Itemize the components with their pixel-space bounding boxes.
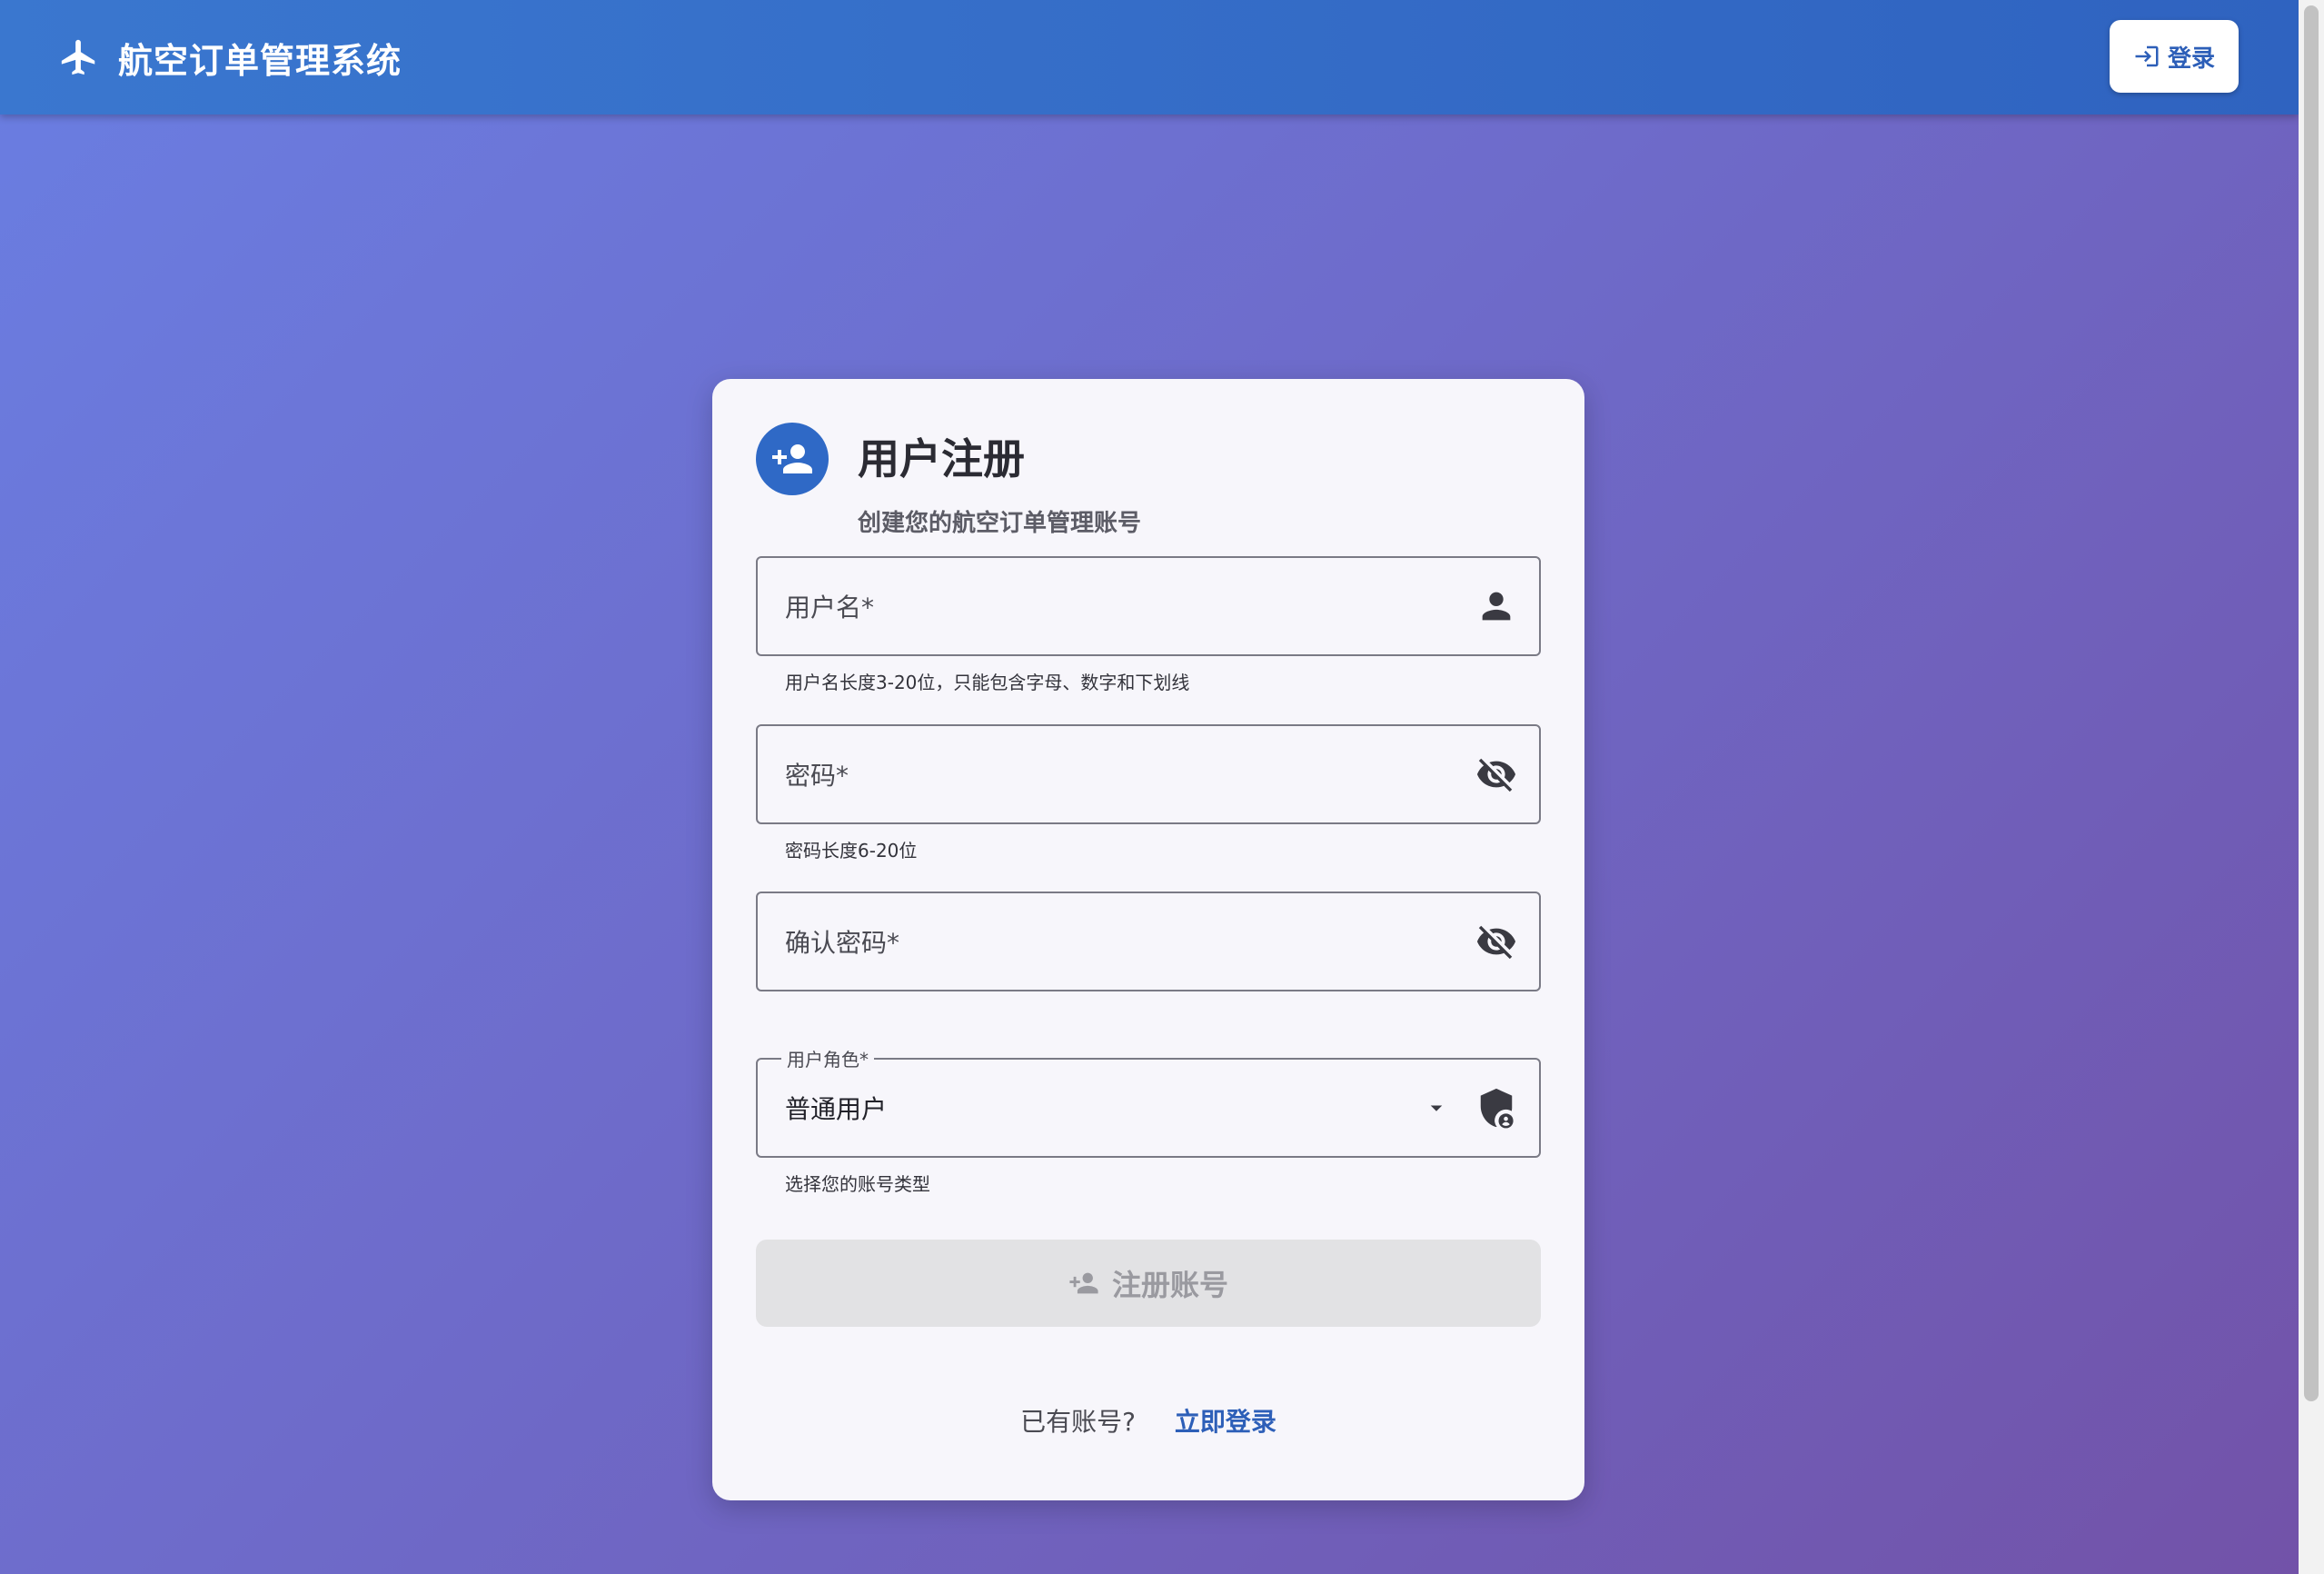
login-now-link[interactable]: 立即登录: [1175, 1407, 1276, 1437]
role-hint: 选择您的账号类型: [785, 1173, 930, 1195]
top-app-bar: 航空订单管理系统 登录: [0, 0, 2299, 115]
page-scrollbar[interactable]: [2299, 0, 2324, 1574]
register-button[interactable]: 注册账号: [756, 1240, 1541, 1327]
card-header: 用户注册 创建您的航空订单管理账号: [756, 423, 1141, 538]
role-value: 普通用户: [785, 1094, 888, 1124]
page-title: 用户注册: [858, 434, 1025, 483]
login-icon: [2135, 45, 2159, 67]
header-login-button[interactable]: 登录: [2110, 20, 2239, 93]
visibility-off-icon[interactable]: [1475, 921, 1517, 962]
role-select[interactable]: 用户角色* 普通用户: [756, 1045, 1541, 1158]
role-label: 用户角色*: [781, 1045, 874, 1071]
username-label: 用户名*: [785, 593, 875, 623]
visibility-off-icon[interactable]: [1475, 753, 1517, 795]
password-hint: 密码长度6-20位: [785, 840, 918, 862]
person-add-icon: [772, 444, 812, 473]
username-hint: 用户名长度3-20位，只能包含字母、数字和下划线: [785, 672, 1190, 693]
password-field[interactable]: 密码*: [756, 724, 1541, 824]
confirm-password-field[interactable]: 确认密码*: [756, 892, 1541, 991]
app-title: 航空订单管理系统: [118, 40, 402, 81]
admin-shield-icon: [1480, 1088, 1514, 1129]
airplane-icon: [61, 39, 95, 75]
brand: 航空订单管理系统: [58, 33, 402, 83]
person-icon: [1482, 592, 1511, 621]
login-prompt: 已有账号? 立即登录: [712, 1402, 1584, 1439]
page-subtitle: 创建您的航空订单管理账号: [858, 510, 1142, 537]
header-login-label: 登录: [2167, 45, 2215, 73]
scrollbar-thumb[interactable]: [2304, 5, 2319, 1401]
username-field[interactable]: 用户名*: [756, 556, 1541, 656]
register-button-label: 注册账号: [1111, 1268, 1228, 1302]
person-add-icon: [1069, 1272, 1098, 1294]
register-card: 用户注册 创建您的航空订单管理账号 用户名* 用户名长度3-20位，只能包含字母…: [712, 379, 1584, 1500]
have-account-text: 已有账号?: [1020, 1407, 1136, 1437]
arrow-drop-down-icon[interactable]: [1423, 1094, 1450, 1121]
avatar: [756, 423, 829, 495]
confirm-password-label: 确认密码*: [785, 928, 900, 958]
password-label: 密码*: [785, 761, 849, 791]
